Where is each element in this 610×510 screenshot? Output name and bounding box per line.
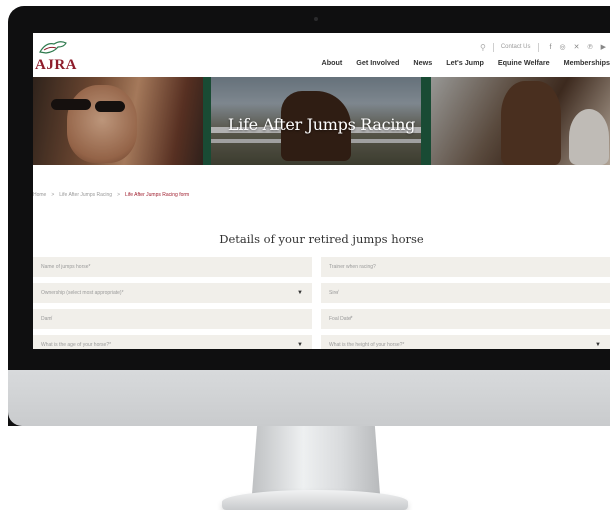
- monitor-base: [222, 490, 408, 510]
- dropdown-arrow-icon: ▼: [595, 342, 601, 348]
- youtube-icon[interactable]: ▶: [601, 43, 606, 51]
- field-placeholder: Name of jumps horse*: [41, 264, 91, 270]
- field-placeholder: Foal Date̸*: [329, 316, 353, 322]
- breadcrumb-separator: >: [117, 192, 120, 198]
- breadcrumb-home[interactable]: Home: [33, 192, 46, 198]
- breadcrumb-current: Life After Jumps Racing form: [125, 192, 190, 198]
- main-nav: About Get Involved News Let's Jump Equin…: [308, 58, 610, 67]
- nav-item-memberships[interactable]: Memberships: [564, 58, 610, 67]
- sire-field[interactable]: Sire̸: [321, 283, 610, 303]
- nav-item-news[interactable]: News: [413, 58, 432, 67]
- nav-item-about[interactable]: About: [322, 58, 343, 67]
- camera-icon: [314, 17, 318, 21]
- dam-field[interactable]: Dam̸: [33, 309, 312, 329]
- divider: [537, 42, 539, 52]
- pinterest-icon[interactable]: ℗: [587, 44, 592, 51]
- screen: AJRA ⚲ Contact Us f ◎ ✕ ℗ ▶ About Get In…: [33, 33, 610, 349]
- site-header: AJRA ⚲ Contact Us f ◎ ✕ ℗ ▶ About Get In…: [33, 33, 610, 77]
- twitter-icon[interactable]: ✕: [574, 43, 580, 51]
- dropdown-arrow-icon: ▼: [297, 342, 303, 348]
- search-icon[interactable]: ⚲: [480, 43, 486, 52]
- utility-bar: ⚲ Contact Us f ◎ ✕ ℗ ▶: [480, 41, 610, 53]
- breadcrumb: Home > Life After Jumps Racing > Life After …: [33, 192, 189, 198]
- dropdown-arrow-icon: ▼: [297, 290, 303, 296]
- facebook-icon[interactable]: f: [550, 44, 552, 51]
- field-placeholder: Ownership (select most appropriate)*: [41, 290, 124, 296]
- hero-title: Life After Jumps Racing: [227, 115, 416, 134]
- field-placeholder: What is the height of your horse?*: [329, 342, 405, 348]
- field-placeholder: What is the age of your horse?*: [41, 342, 112, 348]
- nav-item-get-involved[interactable]: Get Involved: [356, 58, 399, 67]
- monitor-chin: [8, 370, 610, 426]
- nav-item-lets-jump[interactable]: Let's Jump: [446, 58, 484, 67]
- height-select[interactable]: What is the height of your horse?* ▼: [321, 335, 610, 349]
- ownership-select[interactable]: Ownership (select most appropriate)* ▼: [33, 283, 312, 303]
- divider: [492, 42, 494, 52]
- logo-text[interactable]: AJRA: [35, 57, 77, 74]
- instagram-icon[interactable]: ◎: [559, 43, 565, 51]
- breadcrumb-separator: >: [51, 192, 55, 198]
- contact-link[interactable]: Contact Us: [501, 44, 531, 50]
- monitor-stand: [252, 426, 380, 494]
- form-title: Details of your retired jumps horse: [219, 232, 424, 246]
- breadcrumb-parent[interactable]: Life After Jumps Racing: [59, 192, 112, 198]
- hero-banner: Life After Jumps Racing: [33, 77, 610, 165]
- field-placeholder: Sire̸: [329, 290, 338, 296]
- foal-date-field[interactable]: Foal Date̸*: [321, 309, 610, 329]
- field-placeholder: Trainer when racing?: [329, 264, 376, 270]
- age-select[interactable]: What is the age of your horse?* ▼: [33, 335, 312, 349]
- nav-item-equine-welfare[interactable]: Equine Welfare: [498, 58, 550, 67]
- trainer-field[interactable]: Trainer when racing?: [321, 257, 610, 277]
- horse-name-field[interactable]: Name of jumps horse*: [33, 257, 312, 277]
- field-placeholder: Dam̸: [41, 316, 52, 322]
- horse-logo-icon[interactable]: [36, 38, 72, 56]
